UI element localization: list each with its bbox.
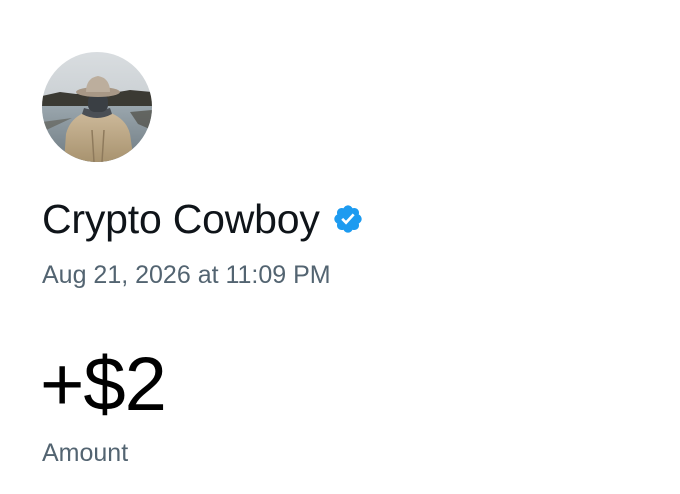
transaction-detail-screen: Crypto Cowboy Aug 21, 2026 at 11:09 PM +… bbox=[0, 0, 680, 494]
name-row: Crypto Cowboy bbox=[42, 190, 364, 248]
amount-label: Amount bbox=[42, 439, 129, 467]
transaction-timestamp: Aug 21, 2026 at 11:09 PM bbox=[42, 261, 331, 289]
amount-value: +$2 bbox=[40, 342, 167, 427]
avatar[interactable] bbox=[42, 52, 152, 162]
profile-photo bbox=[42, 52, 152, 162]
display-name[interactable]: Crypto Cowboy bbox=[42, 190, 320, 248]
verified-badge-icon bbox=[332, 203, 364, 235]
